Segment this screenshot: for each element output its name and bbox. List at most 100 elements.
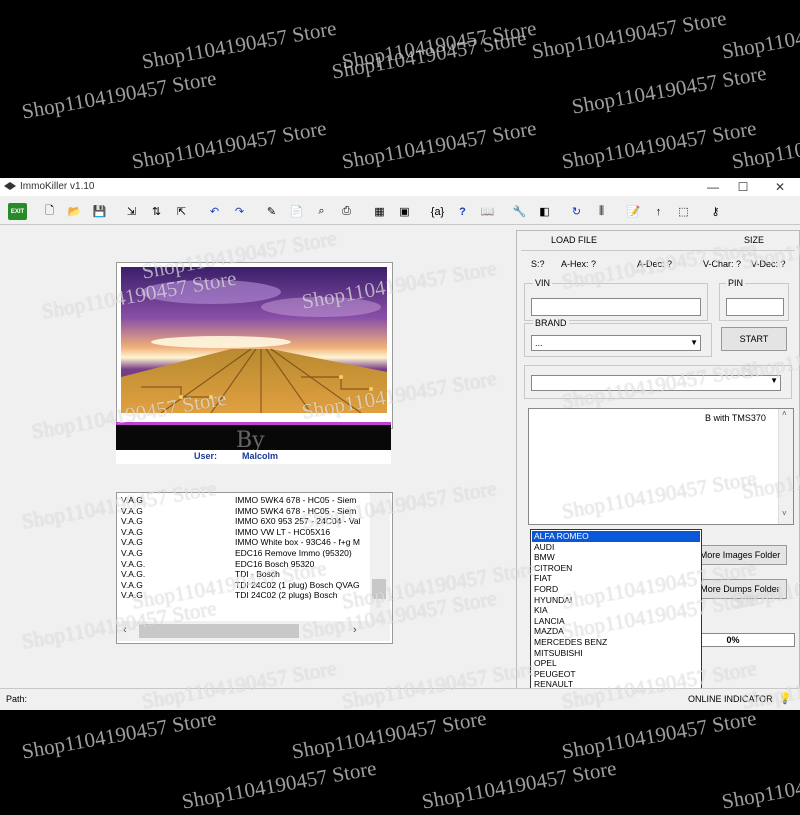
- brand-option[interactable]: CITROEN: [532, 563, 700, 574]
- chevron-down-icon[interactable]: ▼: [770, 376, 778, 385]
- horizontal-scrollbar[interactable]: ‹ ›: [117, 621, 370, 641]
- minimize-button[interactable]: —: [698, 179, 728, 195]
- ascii-icon[interactable]: {a}: [428, 203, 447, 220]
- vin-group: VIN: [524, 278, 708, 321]
- model-select[interactable]: ▼: [531, 375, 781, 391]
- brand-option[interactable]: HYUNDAI: [532, 595, 700, 606]
- open-folder-icon[interactable]: 📂: [65, 203, 84, 220]
- app-window: ImmoKiller v1.10 — ☐ ✕ EXIT 🗋 📂 💾 ⇲ ⇅ ⇱ ↶ ↷ ✎ 📄 ⌕ ⎙ ▦…: [0, 178, 800, 710]
- brand-option[interactable]: MERCEDES BENZ: [532, 637, 700, 648]
- list-item[interactable]: V.A.G TDI 24C02 (1 plug) Bosch QVAG: [117, 580, 370, 591]
- list-item-description: EDC16 Remove Immo (95320): [235, 548, 352, 558]
- list-item-description: IMMO 5WK4 678 - HC05 - Siem: [235, 505, 357, 516]
- load-red-icon[interactable]: ⇲: [122, 203, 141, 220]
- ecu-list[interactable]: V.A.G IMMO 5WK4 678 - HC05 - Siem V.A.G IMM…: [116, 492, 393, 644]
- chip-dark-icon[interactable]: ◧: [535, 203, 554, 220]
- list-item[interactable]: V.A.G IMMO 5WK4 678 - HC05 - Siem: [117, 495, 370, 506]
- brand-option[interactable]: OPEL: [532, 658, 700, 669]
- chevron-up-icon[interactable]: ˄: [782, 409, 787, 418]
- online-indicator-label: ONLINE INDICATOR: [688, 694, 773, 704]
- scroll-thumb[interactable]: [372, 579, 386, 599]
- brand-option[interactable]: KIA: [532, 605, 700, 616]
- binoculars-icon[interactable]: ⌕: [312, 203, 331, 220]
- brand-option[interactable]: ALFA ROMEO: [532, 531, 700, 542]
- list-item-brand: V.A.G: [121, 590, 143, 601]
- list-item-brand: V.A.G: [121, 526, 143, 537]
- list-item[interactable]: V.A.G IMMO White box - 93C46 - f+g M: [117, 537, 370, 548]
- chevron-down-icon[interactable]: ▼: [690, 336, 698, 350]
- scroll-right-icon[interactable]: ›: [353, 624, 357, 636]
- list-item-brand: V.A.G: [121, 537, 143, 548]
- list-item[interactable]: V.A.G IMMO 6X0 953 257 - 24C04 - Val: [117, 516, 370, 527]
- user-label: User:: [194, 451, 218, 461]
- scroll-thumb-horizontal[interactable]: [139, 624, 299, 638]
- watermark-text: Shop1104190457 Store: [20, 65, 219, 124]
- select-box-icon[interactable]: ⬚: [674, 203, 693, 220]
- load-file-button[interactable]: LOAD FILE: [551, 235, 597, 245]
- list-item[interactable]: V.A.G. EDC16 Bosch 95320: [117, 559, 370, 570]
- vin-field[interactable]: [531, 298, 701, 316]
- edit-icon[interactable]: ✎: [262, 203, 281, 220]
- close-button[interactable]: ✕: [765, 179, 795, 195]
- redo-icon[interactable]: ↷: [230, 203, 249, 220]
- info-box: B with TMS370 ˄ ˅: [528, 408, 794, 525]
- brand-dropdown-list[interactable]: ALFA ROMEO AUDI BMW CITROEN FIAT FORD HYUNDAI K…: [530, 529, 702, 710]
- watermark-text: Shop1104190457 Store: [340, 15, 539, 74]
- pin-group: PIN: [719, 278, 789, 321]
- info-scrollbar[interactable]: ˄ ˅: [778, 409, 793, 524]
- columns-icon[interactable]: ⫼: [592, 203, 611, 220]
- list-item-description: IMMO 5WK4 678 - HC05 - Siem: [235, 495, 357, 505]
- watermark-text: Shop1104190457 Store: [290, 705, 489, 764]
- watermark-text: Shop1104190457 Store: [420, 755, 619, 814]
- scroll-left-icon[interactable]: ‹: [123, 624, 127, 636]
- save-icon[interactable]: 💾: [90, 203, 109, 220]
- brand-option[interactable]: FIAT: [532, 573, 700, 584]
- toolbar: EXIT 🗋 📂 💾 ⇲ ⇅ ⇱ ↶ ↷ ✎ 📄 ⌕ ⎙ ▦ ▣ {a}? 📖 🔧 ◧ ↻ ⫼ 📝 ↑ ⬚ ⚷: [0, 200, 800, 225]
- document-icon[interactable]: 📄: [287, 203, 306, 220]
- list-item[interactable]: V.A.G. TDI - Bosch: [117, 569, 370, 580]
- chevron-down-icon[interactable]: ˅: [782, 509, 787, 518]
- brand-select[interactable]: ... ▼: [531, 335, 701, 351]
- list-item-description: IMMO 6X0 953 257 - 24C04 - Val: [235, 516, 361, 527]
- brand-option[interactable]: LANCIA: [532, 616, 700, 627]
- up-arrow-icon[interactable]: ↑: [649, 203, 668, 220]
- brand-option[interactable]: PEUGEOT: [532, 669, 700, 680]
- s-value: S:?: [531, 259, 545, 269]
- more-images-folder-button[interactable]: More Images Folder: [693, 545, 787, 565]
- key-icon[interactable]: ⚷: [706, 203, 725, 220]
- tool-icon[interactable]: 🔧: [510, 203, 529, 220]
- list-item-brand: V.A.G: [121, 495, 143, 505]
- maximize-button[interactable]: ☐: [728, 179, 758, 195]
- undo-icon[interactable]: ↶: [205, 203, 224, 220]
- exit-icon[interactable]: EXIT: [8, 203, 27, 220]
- help-icon[interactable]: ?: [453, 203, 472, 220]
- app-icon: [4, 182, 16, 190]
- swap-icon[interactable]: ⇅: [147, 203, 166, 220]
- list-item[interactable]: V.A.G TDI 24C02 (2 plugs) Bosch: [117, 590, 370, 601]
- a-dec-value: A-Dec: ?: [637, 259, 673, 269]
- brand-option[interactable]: FORD: [532, 584, 700, 595]
- list-item[interactable]: V.A.G IMMO VW LT - HC05X16: [117, 527, 370, 538]
- book-icon[interactable]: 📖: [478, 203, 497, 220]
- brand-option[interactable]: MITSUBISHI: [532, 648, 700, 659]
- refresh-icon[interactable]: ↻: [567, 203, 586, 220]
- chip-icon[interactable]: ▣: [395, 203, 414, 220]
- brand-option[interactable]: MAZDA: [532, 626, 700, 637]
- brand-group: BRAND ... ▼: [524, 318, 712, 357]
- user-row: User: Malcolm: [116, 450, 391, 464]
- new-file-icon[interactable]: 🗋: [40, 203, 59, 220]
- notes-icon[interactable]: 📝: [624, 203, 643, 220]
- export-red-icon[interactable]: ⇱: [172, 203, 191, 220]
- brand-option[interactable]: AUDI: [532, 542, 700, 553]
- brand-option[interactable]: BMW: [532, 552, 700, 563]
- vertical-scrollbar[interactable]: [370, 493, 390, 621]
- calculator-icon[interactable]: ▦: [370, 203, 389, 220]
- list-item-brand: V.A.G: [121, 505, 143, 516]
- printer-icon[interactable]: ⎙: [337, 203, 356, 220]
- list-item-description: TDI 24C02 (1 plug) Bosch QVAG: [235, 579, 360, 590]
- list-item[interactable]: V.A.G IMMO 5WK4 678 - HC05 - Siem: [117, 506, 370, 517]
- more-dumps-folder-button[interactable]: More Dumps Folder: [693, 579, 787, 599]
- start-button[interactable]: START: [721, 327, 787, 351]
- list-item[interactable]: V.A.G EDC16 Remove Immo (95320): [117, 548, 370, 559]
- pin-field[interactable]: [726, 298, 784, 316]
